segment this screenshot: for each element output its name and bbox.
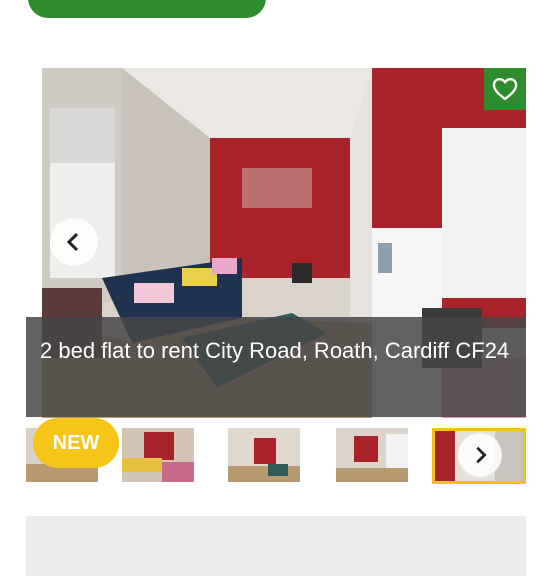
listing-info-card <box>26 516 526 576</box>
chevron-left-icon <box>66 232 79 252</box>
chevron-right-icon <box>476 446 487 464</box>
heart-icon <box>492 78 518 101</box>
favourite-button[interactable] <box>484 68 526 110</box>
thumbnail[interactable] <box>336 428 408 482</box>
thumbnail[interactable] <box>228 428 300 482</box>
new-badge: NEW <box>33 418 119 468</box>
next-photo-button[interactable] <box>458 433 502 477</box>
top-action-button[interactable] <box>28 0 266 18</box>
previous-photo-button[interactable] <box>50 218 98 266</box>
thumbnail[interactable] <box>122 428 194 482</box>
listing-title: 2 bed flat to rent City Road, Roath, Car… <box>26 317 526 417</box>
